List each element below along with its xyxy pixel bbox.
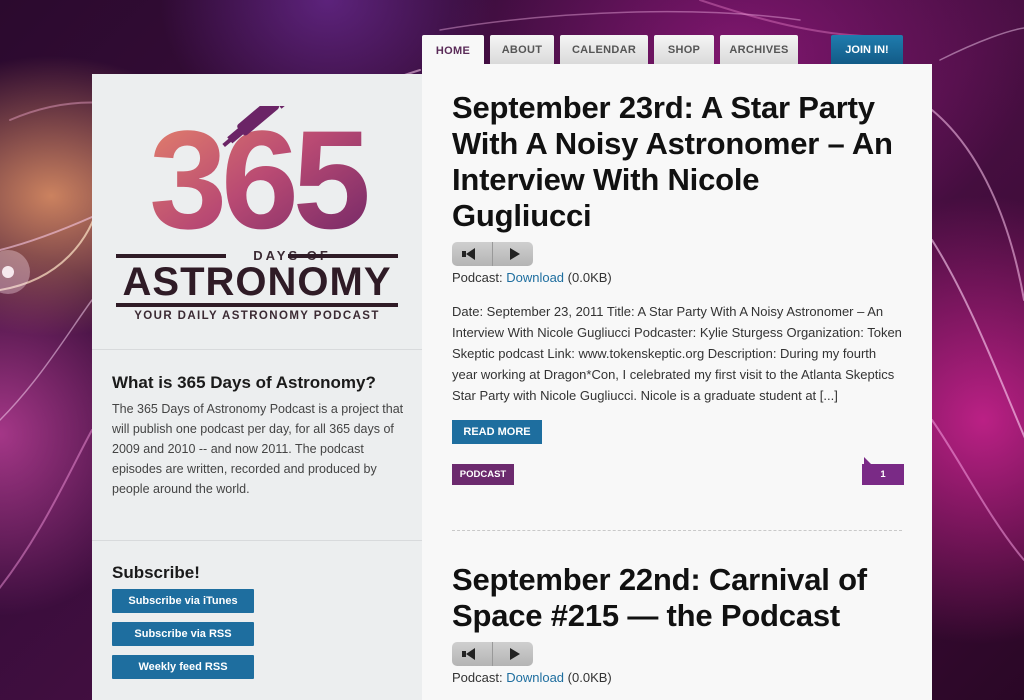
download-link[interactable]: Download xyxy=(506,270,564,285)
download-link[interactable]: Download xyxy=(506,670,564,685)
subscribe-title: Subscribe! xyxy=(112,563,200,582)
weekly-feed-rss-button[interactable]: Weekly feed RSS xyxy=(112,655,254,679)
audio-player[interactable] xyxy=(452,642,533,666)
play-icon[interactable] xyxy=(510,648,520,660)
logo-365-graphic: 365 xyxy=(149,106,373,256)
play-icon[interactable] xyxy=(510,248,520,260)
subscribe-widget: Subscribe! Subscribe via iTunes Subscrib… xyxy=(112,563,254,688)
category-tag[interactable]: PODCAST xyxy=(452,464,514,485)
post-excerpt: Date: September 23, 2011 Title: A Star P… xyxy=(452,304,902,403)
sidebar: 365 DAYS OF ASTRONOMY YOUR DAILY ASTRONO… xyxy=(92,74,422,700)
podcast-label: Podcast: xyxy=(452,270,503,285)
logo-tagline: YOUR DAILY ASTRONOMY PODCAST xyxy=(134,310,380,322)
podcast-download-line: Podcast: Download (0.0KB) xyxy=(452,670,904,685)
post-article: September 22nd: Carnival of Space #215 —… xyxy=(452,562,904,685)
nav-tab-home[interactable]: HOME xyxy=(422,35,484,67)
logo-astronomy: ASTRONOMY xyxy=(122,260,392,304)
post-article: September 23rd: A Star Party With A Nois… xyxy=(452,90,904,485)
main-content: September 23rd: A Star Party With A Nois… xyxy=(422,64,932,700)
post-meta: PODCAST 1 xyxy=(452,457,904,485)
podcast-download-line: Podcast: Download (0.0KB) xyxy=(452,270,904,285)
nav-tab-shop[interactable]: SHOP xyxy=(654,35,714,65)
logo-number: 365 xyxy=(149,106,367,256)
player-divider xyxy=(492,642,493,666)
site-logo[interactable]: 365 DAYS OF ASTRONOMY YOUR DAILY ASTRONO… xyxy=(92,74,422,350)
comment-count-badge[interactable]: 1 xyxy=(862,457,904,485)
player-divider xyxy=(492,242,493,266)
volume-icon[interactable] xyxy=(466,648,475,660)
join-in-button[interactable]: JOIN IN! xyxy=(831,35,903,65)
logo-rule-bottom xyxy=(116,303,398,307)
logo-rule-right xyxy=(288,254,398,258)
download-size: (0.0KB) xyxy=(567,270,612,285)
sidebar-divider xyxy=(92,540,422,541)
post-title-link[interactable]: September 23rd: A Star Party With A Nois… xyxy=(452,90,904,234)
about-widget: What is 365 Days of Astronomy? The 365 D… xyxy=(112,373,404,499)
subscribe-rss-button[interactable]: Subscribe via RSS xyxy=(112,622,254,646)
subscribe-itunes-button[interactable]: Subscribe via iTunes xyxy=(112,589,254,613)
post-divider xyxy=(452,530,902,531)
read-more-button[interactable]: READ MORE xyxy=(452,420,542,444)
logo-rule-left xyxy=(116,254,226,258)
download-size: (0.0KB) xyxy=(567,670,612,685)
about-text: The 365 Days of Astronomy Podcast is a p… xyxy=(112,402,404,496)
nav-tab-about[interactable]: ABOUT xyxy=(490,35,554,65)
about-title: What is 365 Days of Astronomy? xyxy=(112,373,376,392)
audio-player[interactable] xyxy=(452,242,533,266)
podcast-label: Podcast: xyxy=(452,670,503,685)
nav-tab-archives[interactable]: ARCHIVES xyxy=(720,35,798,65)
volume-icon[interactable] xyxy=(466,248,475,260)
nav-tab-calendar[interactable]: CALENDAR xyxy=(560,35,648,65)
post-title-link[interactable]: September 22nd: Carnival of Space #215 —… xyxy=(452,562,904,634)
